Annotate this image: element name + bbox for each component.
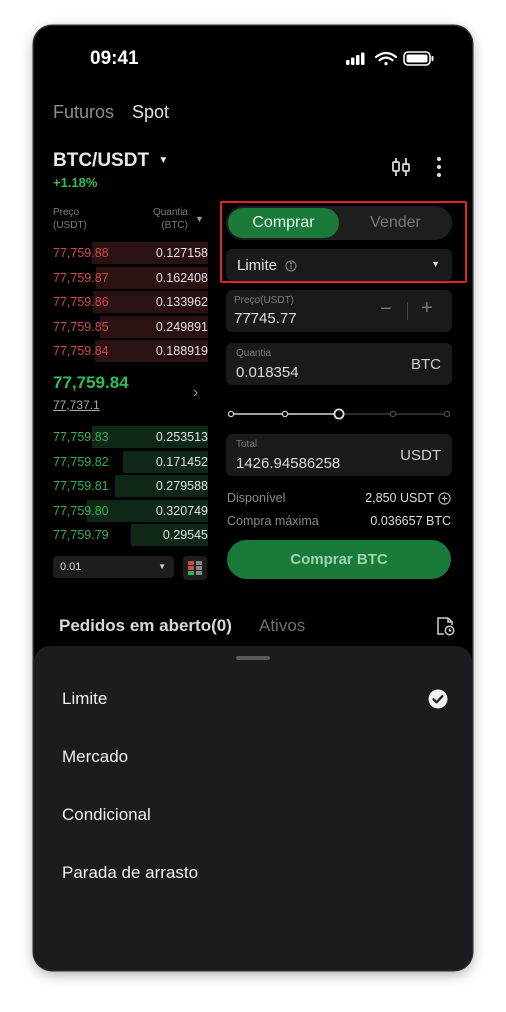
max-buy-value: 0.036657 BTC [370, 514, 451, 528]
price-field-value: 77745.77 [234, 310, 297, 327]
row-qty: 0.188919 [155, 344, 208, 358]
qty-header: Quantia (BTC) [152, 207, 188, 231]
check-circle-icon [428, 689, 448, 709]
row-qty: 0.253513 [155, 430, 208, 444]
orderbook-row[interactable]: 77,759.82 0.171452 [53, 450, 208, 474]
total-field-label: Total [236, 439, 258, 450]
highlight-box [220, 201, 467, 283]
order-history-icon[interactable] [434, 615, 456, 637]
orderbook-row[interactable]: 77,759.80 0.320749 [53, 499, 208, 523]
orderbook-row[interactable]: 77,759.83 0.253513 [53, 425, 208, 449]
quantity-input[interactable]: Quantia 0.018354 BTC [226, 343, 452, 385]
row-price: 77,759.85 [53, 319, 109, 334]
price-change: +1.18% [53, 175, 98, 190]
price-input[interactable]: Preço(USDT) 77745.77 − + [226, 290, 452, 332]
row-price: 77,759.82 [53, 454, 109, 469]
status-icons [346, 50, 436, 68]
orderbook-row[interactable]: 77,759.79 0.29545 [53, 523, 208, 547]
minus-icon[interactable]: − [380, 298, 392, 321]
row-price: 77,759.83 [53, 430, 109, 444]
status-time: 09:41 [90, 48, 139, 69]
total-input[interactable]: Total 1426.94586258 USDT [226, 434, 452, 476]
option-market[interactable]: Mercado [62, 747, 128, 767]
tab-assets[interactable]: Ativos [259, 616, 305, 636]
more-vertical-icon[interactable] [432, 156, 446, 178]
row-price: 77,759.86 [53, 295, 109, 309]
row-price: 77,759.88 [53, 246, 109, 260]
candlestick-chart-icon[interactable] [390, 156, 412, 178]
orderbook-row[interactable]: 77,759.85 0.249891 [53, 315, 208, 339]
plus-icon[interactable]: + [421, 297, 433, 320]
quantity-field-value: 0.018354 [236, 364, 299, 381]
orderbook-row[interactable]: 77,759.81 0.279588 [53, 474, 208, 498]
slider-step [443, 410, 451, 418]
row-qty: 0.279588 [155, 479, 208, 493]
quantity-slider[interactable] [227, 407, 451, 420]
depth-selector[interactable]: 0.01 ▼ [53, 556, 174, 578]
slider-step [227, 410, 235, 418]
divider [407, 302, 408, 320]
slider-step [281, 410, 289, 418]
row-qty: 0.133962 [155, 295, 208, 309]
wifi-icon [374, 51, 398, 66]
option-limit[interactable]: Limite [62, 689, 107, 709]
orderbook-row[interactable]: 77,759.84 0.188919 [53, 339, 208, 363]
qty-unit-dropdown-icon[interactable]: ▼ [195, 214, 204, 224]
row-price: 77,759.80 [53, 503, 109, 518]
total-unit: USDT [400, 447, 441, 464]
max-buy-label: Compra máxima [227, 514, 319, 528]
row-price: 77,759.81 [53, 479, 109, 493]
price-header: Preço (USDT) [53, 207, 87, 231]
add-circle-icon[interactable] [438, 492, 451, 505]
quantity-field-label: Quantia [236, 348, 272, 359]
row-qty: 0.29545 [162, 528, 208, 542]
row-qty: 0.171452 [155, 454, 208, 469]
last-price: 77,759.84 [53, 373, 129, 392]
option-trailing-stop[interactable]: Parada de arrasto [62, 863, 198, 883]
total-field-value: 1426.94586258 [236, 455, 341, 472]
pair-selector[interactable]: BTC/USDT ▼ [53, 150, 168, 172]
chevron-right-icon[interactable]: › [193, 384, 198, 402]
available-value: 2,850 USDT [365, 491, 434, 505]
tab-spot[interactable]: Spot [132, 102, 169, 123]
phone-screen: 09:41 Futuros Spot BTC/USDT ▼ +1.18% Pre… [34, 26, 472, 970]
depth-value: 0.01 [60, 561, 82, 573]
option-conditional[interactable]: Condicional [62, 805, 151, 825]
row-price: 77,759.79 [53, 528, 109, 542]
tab-futures[interactable]: Futuros [53, 102, 114, 123]
row-qty: 0.320749 [155, 503, 208, 518]
order-type-sheet: Limite Mercado Condicional Parada de arr… [34, 646, 472, 970]
sheet-handle[interactable] [236, 656, 270, 660]
orderbook-row[interactable]: 77,759.88 0.127158 [53, 241, 208, 265]
pair-symbol: BTC/USDT [53, 150, 150, 171]
row-qty: 0.127158 [155, 246, 208, 260]
row-qty: 0.249891 [155, 319, 208, 334]
slider-thumb[interactable] [333, 408, 345, 420]
price-field-label: Preço(USDT) [234, 295, 295, 306]
signal-icon [346, 52, 365, 65]
caret-down-icon: ▼ [158, 155, 169, 166]
tab-open-orders[interactable]: Pedidos em aberto(0) [59, 616, 232, 636]
row-qty: 0.162408 [155, 270, 208, 285]
buy-button[interactable]: Comprar BTC [227, 540, 451, 579]
mark-price[interactable]: 77,737.1 [53, 398, 100, 412]
row-price: 77,759.84 [53, 344, 109, 358]
battery-icon [403, 51, 434, 66]
slider-step [389, 410, 397, 418]
orderbook-row[interactable]: 77,759.87 0.162408 [53, 266, 208, 290]
row-price: 77,759.87 [53, 270, 109, 285]
available-label: Disponível [227, 491, 286, 505]
caret-down-icon: ▼ [158, 562, 166, 571]
orderbook-row[interactable]: 77,759.86 0.133962 [53, 290, 208, 314]
quantity-unit: BTC [411, 356, 441, 373]
orderbook-layout-icon[interactable] [183, 556, 207, 580]
